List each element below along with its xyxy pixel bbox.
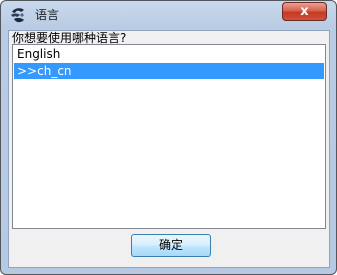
close-button[interactable]: x: [282, 2, 327, 21]
window-title: 语言: [35, 8, 60, 22]
dialog-body: 你想要使用哪种语言? English >>ch_cn 确定: [8, 30, 330, 268]
title-bar[interactable]: 语言 x: [1, 1, 336, 29]
list-item-english[interactable]: English: [14, 46, 324, 62]
language-dialog-window: 语言 x 你想要使用哪种语言? English >>ch_cn 确定: [0, 0, 337, 275]
language-prompt: 你想要使用哪种语言?: [12, 31, 127, 45]
close-icon: x: [300, 4, 309, 19]
list-item-ch-cn[interactable]: >>ch_cn: [14, 63, 324, 79]
ok-button[interactable]: 确定: [131, 234, 211, 257]
cheat-engine-icon: [9, 6, 27, 24]
language-list[interactable]: English >>ch_cn: [12, 44, 326, 229]
